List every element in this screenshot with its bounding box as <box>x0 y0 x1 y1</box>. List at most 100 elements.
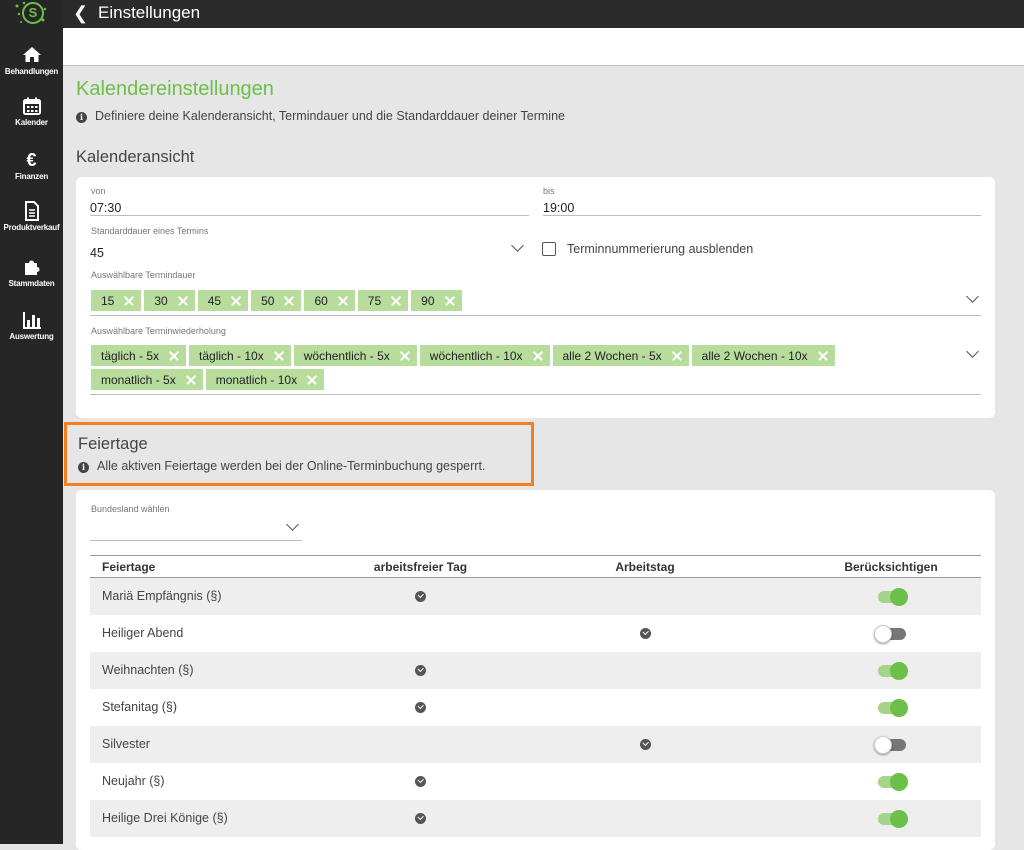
table-row: Heiliger Abend <box>90 615 981 652</box>
holidays-info-label: Alle aktiven Feiertage werden bei der On… <box>97 459 486 473</box>
table-row: Neujahr (§) <box>90 763 981 800</box>
holiday-name: Silvester <box>90 725 352 763</box>
consider-toggle[interactable] <box>876 698 908 717</box>
sidebar-item-behandlungen[interactable]: Behandlungen <box>0 44 63 76</box>
column-header: arbeitsfreier Tag <box>352 555 489 578</box>
repeat-chip: wöchentlich - 10x <box>419 345 550 366</box>
hide-numbering-checkbox[interactable] <box>542 242 556 256</box>
working-day-cell[interactable] <box>489 763 801 800</box>
default-duration-select[interactable]: 45 <box>90 246 104 260</box>
working-day-cell[interactable] <box>489 577 801 615</box>
consider-toggle[interactable] <box>876 661 908 680</box>
consider-toggle[interactable] <box>874 624 906 643</box>
working-day-cell[interactable] <box>489 651 801 689</box>
holiday-name: Heilige Drei Könige (§) <box>90 799 352 837</box>
bar-chart-icon <box>22 312 41 329</box>
from-time-input[interactable]: 07:30 <box>90 201 121 215</box>
duration-chip: 45 <box>197 290 249 311</box>
back-icon[interactable]: ❮ <box>73 3 88 24</box>
sidebar-item-auswertung[interactable]: Auswertung <box>0 309 63 341</box>
info-icon: i <box>78 462 89 473</box>
remove-icon[interactable] <box>529 348 547 364</box>
column-header: Berücksichtigen <box>801 555 981 578</box>
consider-cell <box>801 577 981 615</box>
working-day-cell[interactable] <box>489 799 801 837</box>
day-off-cell[interactable] <box>352 615 489 652</box>
sidebar-item-label: Kalender <box>15 118 48 127</box>
to-time-input[interactable]: 19:00 <box>543 201 574 215</box>
consider-toggle[interactable] <box>876 809 908 828</box>
holidays-info-text: i Alle aktiven Feiertage werden bei der O… <box>78 459 485 473</box>
sidebar-item-finanzen[interactable]: € Finanzen <box>0 149 63 181</box>
remove-icon[interactable] <box>165 348 183 364</box>
consider-cell <box>801 799 981 837</box>
toolbar-area <box>63 28 1024 66</box>
remove-icon[interactable] <box>814 348 832 364</box>
table-row: Heilige Drei Könige (§) <box>90 799 981 837</box>
default-duration-label: Standarddauer eines Termins <box>91 226 209 236</box>
holiday-name: Stefanitag (§) <box>102 700 178 714</box>
remove-icon[interactable] <box>441 293 459 309</box>
sidebar: S Behandlungen Kalender € Finanzen Produ… <box>0 0 63 844</box>
duration-chip: 15 <box>91 290 142 311</box>
top-bar: ❮ Einstellungen <box>63 0 1024 28</box>
from-label: von <box>91 186 106 196</box>
day-off-cell[interactable] <box>352 799 489 837</box>
to-label: bis <box>543 186 555 196</box>
table-row: Mariä Empfängnis (§) <box>90 577 981 615</box>
hide-numbering-label: Terminnummerierung ausblenden <box>567 242 754 256</box>
duration-chip: 50 <box>251 290 302 311</box>
day-off-cell[interactable] <box>352 763 489 800</box>
sidebar-item-label: Auswertung <box>9 332 54 341</box>
repeats-label: Auswählbare Terminwiederholung <box>91 326 226 336</box>
day-off-cell[interactable] <box>352 651 489 689</box>
working-day-cell[interactable] <box>489 725 801 763</box>
remove-icon[interactable] <box>174 293 192 309</box>
remove-icon[interactable] <box>280 293 298 309</box>
working-day-cell[interactable] <box>489 615 801 652</box>
day-off-cell[interactable] <box>352 577 489 615</box>
sidebar-item-kalender[interactable]: Kalender <box>0 95 63 127</box>
sidebar-item-label: Finanzen <box>14 172 49 181</box>
remove-icon[interactable] <box>270 348 288 364</box>
remove-icon[interactable] <box>668 348 686 364</box>
state-underline <box>90 540 302 541</box>
remove-icon[interactable] <box>396 348 414 364</box>
day-off-cell[interactable] <box>352 725 489 763</box>
remove-icon[interactable] <box>303 372 321 388</box>
table-row: Silvester <box>90 725 981 763</box>
duration-chip: 90 <box>411 290 462 311</box>
remove-icon[interactable] <box>120 293 138 309</box>
holiday-name: Heiliger Abend <box>102 626 184 640</box>
consider-cell <box>801 763 981 800</box>
duration-chips: 15 30 45 50 60 75 90 <box>91 290 951 311</box>
remove-icon[interactable] <box>227 293 245 309</box>
check-icon <box>415 702 426 714</box>
page-title: Einstellungen <box>98 3 201 22</box>
consider-cell <box>801 615 981 652</box>
home-icon <box>22 47 41 62</box>
remove-icon[interactable] <box>334 293 352 309</box>
check-icon <box>415 813 426 825</box>
calendar-icon <box>22 97 41 115</box>
working-day-cell[interactable] <box>489 689 801 726</box>
consider-toggle[interactable] <box>874 735 906 754</box>
consider-cell <box>801 689 981 726</box>
repeats-underline <box>90 394 981 395</box>
remove-icon[interactable] <box>182 372 200 388</box>
calendar-info-text: i Definiere deine Kalenderansicht, Termin… <box>76 109 565 123</box>
sidebar-item-stammdaten[interactable]: Stammdaten <box>0 256 63 288</box>
consider-toggle[interactable] <box>876 772 908 791</box>
table-header-row: Feiertage arbeitsfreier Tag Arbeitstag B… <box>90 555 981 578</box>
remove-icon[interactable] <box>387 293 405 309</box>
day-off-cell[interactable] <box>352 689 489 726</box>
holiday-name: Mariä Empfängnis (§) <box>90 577 352 615</box>
sidebar-item-produktverkauf[interactable]: Produktverkauf <box>0 200 63 232</box>
section-title-holidays: Feiertage <box>78 435 148 453</box>
check-icon <box>639 628 651 640</box>
info-icon: i <box>76 112 87 123</box>
column-header: Arbeitstag <box>489 555 801 578</box>
repeat-chip: täglich - 5x <box>91 345 187 366</box>
durations-label: Auswählbare Termindauer <box>91 270 196 280</box>
consider-toggle[interactable] <box>876 587 908 606</box>
